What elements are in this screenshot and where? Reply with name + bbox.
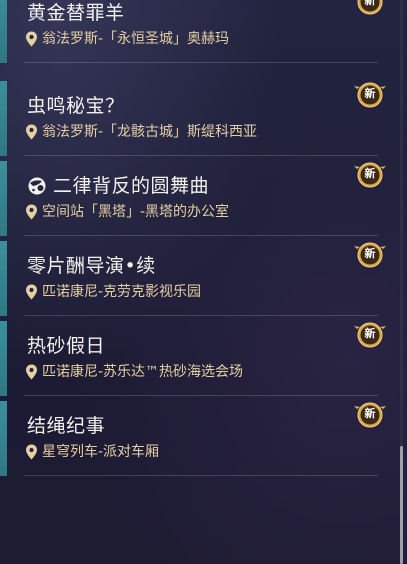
quest-divider (24, 235, 378, 236)
map-pin-icon (25, 444, 38, 460)
new-badge-label: 新 (364, 167, 376, 180)
quest-title: 二律背反的圆舞曲 (53, 175, 210, 197)
quest-location: 空间站「黑塔」-黑塔的办公室 (42, 204, 230, 220)
map-pin-icon (25, 364, 38, 380)
new-badge: 新 (353, 81, 387, 111)
quest-location: 翁法罗斯-「龙骸古城」斯缇科西亚 (42, 124, 258, 140)
new-badge: 新 (353, 401, 387, 431)
quest-item-insect-treasure[interactable]: 虫鸣秘宝？ 翁法罗斯-「龙骸古城」斯缇科西亚 新 (0, 81, 386, 156)
quest-location-row: 翁法罗斯-「龙骸古城」斯缇科西亚 (25, 123, 257, 141)
quest-title-row: 黄金替罪羊 (27, 1, 125, 25)
new-badge-label: 新 (364, 87, 376, 100)
quest-location: 匹诺康尼-苏乐达™热砂海选会场 (42, 364, 244, 380)
new-badge: 新 (353, 241, 387, 271)
map-pin-icon (25, 31, 38, 47)
new-badge-label: 新 (364, 247, 376, 260)
quest-accent-bar (0, 401, 7, 476)
scrollbar[interactable] (400, 0, 403, 564)
quest-accent-bar (0, 241, 7, 316)
quest-location: 星穹列车-派对车厢 (42, 444, 160, 460)
quest-divider (24, 395, 378, 396)
quest-title: 虫鸣秘宝？ (27, 95, 125, 117)
quest-accent-bar (0, 161, 7, 236)
quest-title-row: 二律背反的圆舞曲 (27, 174, 209, 198)
map-pin-icon (25, 284, 38, 300)
quest-divider (24, 315, 378, 316)
quest-title: 结绳纪事 (27, 415, 106, 437)
quest-location-row: 匹诺康尼-克劳克影视乐园 (25, 283, 201, 301)
map-pin-icon (25, 204, 38, 220)
quest-location-row: 星穹列车-派对车厢 (25, 443, 159, 461)
quest-item-hot-sand-holiday[interactable]: 热砂假日 匹诺康尼-苏乐达™热砂海选会场 新 (0, 321, 386, 396)
new-badge-label: 新 (364, 327, 376, 340)
map-pin-icon (25, 124, 38, 140)
quest-divider (24, 475, 378, 476)
quest-title-row: 零片酬导演•续 (27, 254, 156, 278)
quest-item-antinomy-waltz[interactable]: 二律背反的圆舞曲 空间站「黑塔」-黑塔的办公室 新 (0, 161, 386, 236)
quest-title: 黄金替罪羊 (27, 2, 125, 24)
quest-title-row: 结绳纪事 (27, 414, 105, 438)
quest-location-row: 翁法罗斯-「永恒圣城」奥赫玛 (25, 30, 229, 48)
quest-location: 匹诺康尼-克劳克影视乐园 (42, 284, 202, 300)
quest-accent-bar (0, 321, 7, 396)
quest-item-zero-pay-director-sequel[interactable]: 零片酬导演•续 匹诺康尼-克劳克影视乐园 新 (0, 241, 386, 316)
quest-title-row: 虫鸣秘宝？ (27, 94, 125, 118)
quest-item-golden-scapegoat[interactable]: 黄金替罪羊 翁法罗斯-「永恒圣城」奥赫玛 新 (0, 0, 383, 63)
quest-location-row: 匹诺康尼-苏乐达™热砂海选会场 (25, 363, 243, 381)
new-badge-label: 新 (364, 0, 376, 7)
quest-title-row: 热砂假日 (27, 334, 105, 358)
quest-item-knotted-records[interactable]: 结绳纪事 星穹列车-派对车厢 新 (0, 401, 386, 476)
new-badge: 新 (353, 321, 387, 351)
quest-title: 零片酬导演•续 (27, 255, 156, 277)
quest-divider (24, 62, 378, 63)
quest-accent-bar (0, 0, 7, 63)
quest-title: 热砂假日 (27, 335, 106, 357)
new-badge: 新 (353, 0, 387, 18)
new-badge-label: 新 (364, 407, 376, 420)
herta-doll-icon (27, 176, 47, 196)
quest-location: 翁法罗斯-「永恒圣城」奥赫玛 (42, 31, 230, 47)
quest-list: 黄金替罪羊 翁法罗斯-「永恒圣城」奥赫玛 新 虫鸣秘宝？ 翁法罗斯-「龙骸古城」… (0, 0, 390, 564)
quest-accent-bar (0, 81, 7, 156)
scrollbar-thumb[interactable] (400, 446, 403, 564)
quest-divider (24, 155, 378, 156)
quest-location-row: 空间站「黑塔」-黑塔的办公室 (25, 203, 229, 221)
new-badge: 新 (353, 161, 387, 191)
